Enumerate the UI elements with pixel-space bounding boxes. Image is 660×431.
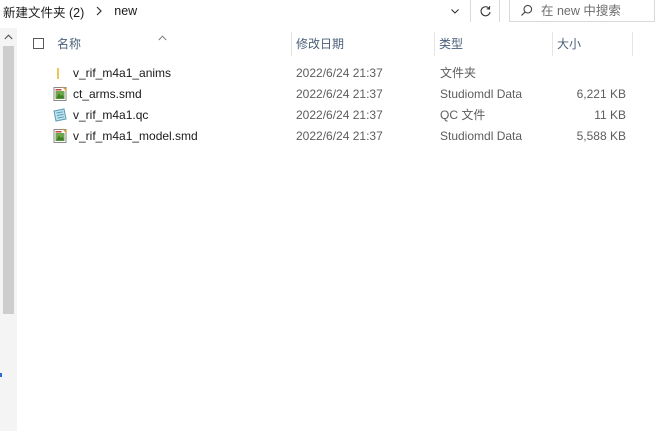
file-type: Studiomdl Data <box>440 129 523 143</box>
breadcrumb[interactable]: 新建文件夹 (2) new <box>0 0 468 22</box>
navigation-pane-scrollbar[interactable] <box>0 28 17 431</box>
file-date: 2022/6/24 21:37 <box>296 66 383 80</box>
column-header-date[interactable]: 修改日期 <box>291 28 434 60</box>
file-type: QC 文件 <box>440 108 486 122</box>
file-list: v_rif_m4a1_anims 2022/6/24 21:37 文件夹 ct_… <box>20 63 660 147</box>
address-history-button[interactable] <box>442 0 468 22</box>
chevron-down-icon <box>450 6 460 16</box>
scrollbar-thumb[interactable] <box>3 46 14 314</box>
file-size: 6,221 KB <box>576 87 626 101</box>
column-header-size-label: 大小 <box>557 37 582 51</box>
folder-icon <box>52 65 68 81</box>
file-date: 2022/6/24 21:37 <box>296 129 383 143</box>
file-date: 2022/6/24 21:37 <box>296 87 383 101</box>
search-input[interactable] <box>541 3 641 18</box>
file-row[interactable]: ct_arms.smd 2022/6/24 21:37 Studiomdl Da… <box>20 84 660 105</box>
chevron-up-icon <box>4 34 13 40</box>
smd-file-icon <box>52 128 68 144</box>
address-toolbar: 新建文件夹 (2) new <box>0 0 660 24</box>
file-size: 11 KB <box>594 108 626 122</box>
scroll-up-button[interactable] <box>0 30 17 44</box>
file-name: ct_arms.smd <box>73 87 142 101</box>
search-icon <box>520 4 533 17</box>
file-name: v_rif_m4a1_model.smd <box>73 129 198 143</box>
refresh-button[interactable] <box>470 0 500 22</box>
column-header-row: 名称 修改日期 类型 大小 <box>20 28 660 60</box>
column-divider[interactable] <box>632 32 633 56</box>
chevron-right-icon[interactable] <box>93 5 105 17</box>
breadcrumb-item-parent[interactable]: 新建文件夹 (2) <box>0 2 87 21</box>
file-row[interactable]: v_rif_m4a1.qc 2022/6/24 21:37 QC 文件 11 K… <box>20 105 660 126</box>
sort-ascending-icon <box>158 30 167 41</box>
search-box[interactable] <box>509 0 655 22</box>
select-all-checkbox[interactable] <box>33 38 44 49</box>
file-size: 5,588 KB <box>576 129 626 143</box>
file-name: v_rif_m4a1.qc <box>73 108 149 122</box>
file-row[interactable]: v_rif_m4a1_anims 2022/6/24 21:37 文件夹 <box>20 63 660 84</box>
refresh-icon <box>479 5 492 18</box>
file-date: 2022/6/24 21:37 <box>296 108 383 122</box>
file-type: Studiomdl Data <box>440 87 523 101</box>
file-name: v_rif_m4a1_anims <box>73 66 172 80</box>
breadcrumb-item-current[interactable]: new <box>111 4 140 18</box>
file-type: 文件夹 <box>440 66 477 80</box>
column-header-name[interactable]: 名称 <box>52 28 292 60</box>
column-header-type-label: 类型 <box>439 37 464 51</box>
column-header-name-label: 名称 <box>57 37 82 51</box>
file-row[interactable]: v_rif_m4a1_model.smd 2022/6/24 21:37 Stu… <box>20 126 660 147</box>
smd-file-icon <box>52 86 68 102</box>
column-header-type[interactable]: 类型 <box>434 28 552 60</box>
column-header-size[interactable]: 大小 <box>552 28 632 60</box>
selection-marker <box>0 373 2 377</box>
qc-file-icon <box>52 107 68 123</box>
column-header-date-label: 修改日期 <box>296 37 345 51</box>
